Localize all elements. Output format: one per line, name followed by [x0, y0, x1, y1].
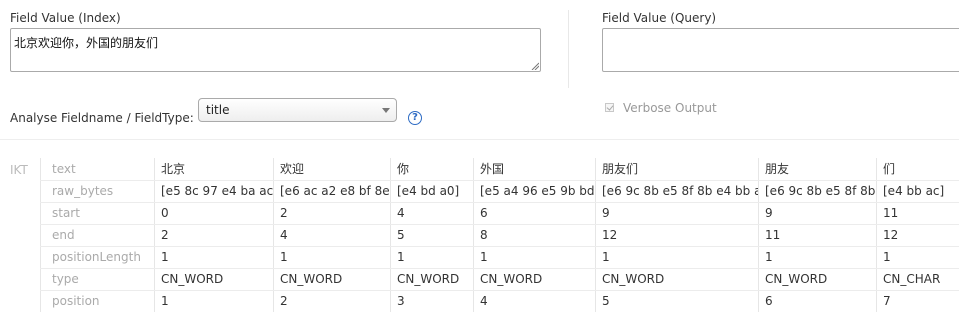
table-row-end: end 2 4 5 8 12 11 12 [40, 224, 959, 246]
token-cell: 1 [390, 246, 473, 268]
row-separator [40, 180, 959, 181]
token-cell: 11 [758, 224, 876, 246]
verbose-output-label: Verbose Output [623, 101, 717, 115]
query-field-label: Field Value (Query) [602, 11, 717, 25]
token-cell: 外国 [473, 158, 595, 180]
token-cell: 欢迎 [273, 158, 390, 180]
token-cell: 4 [273, 224, 390, 246]
token-cell: [e5 8c 97 e4 ba ac] [154, 180, 273, 202]
query-field-textarea[interactable] [602, 28, 959, 72]
token-cell: 1 [473, 246, 595, 268]
token-cell: CN_WORD [595, 268, 758, 290]
token-cell: 11 [876, 202, 959, 224]
row-header-position: position [40, 290, 154, 312]
row-separator [40, 246, 959, 247]
token-cell: [e4 bb ac] [876, 180, 959, 202]
token-cell: 2 [273, 202, 390, 224]
token-cell: 5 [595, 290, 758, 312]
index-field-value: 北京欢迎你，外国的朋友们 [14, 36, 159, 50]
row-separator [40, 290, 959, 291]
fieldtype-selected-value: title [206, 103, 230, 117]
token-cell: 8 [473, 224, 595, 246]
panel-divider [568, 10, 569, 88]
token-cell: 12 [876, 224, 959, 246]
token-cell: CN_WORD [273, 268, 390, 290]
token-cell: 2 [273, 290, 390, 312]
token-cell: 12 [595, 224, 758, 246]
analyse-fieldname-label: Analyse Fieldname / FieldType: [10, 111, 194, 125]
token-cell: CN_CHAR [876, 268, 959, 290]
token-cell: 们 [876, 158, 959, 180]
token-cell: 朋友们 [595, 158, 758, 180]
row-header-raw-bytes: raw_bytes [40, 180, 154, 202]
table-row-start: start 0 2 4 6 9 9 11 [40, 202, 959, 224]
token-cell: 朋友 [758, 158, 876, 180]
table-row-position-length: positionLength 1 1 1 1 1 1 1 [40, 246, 959, 268]
token-cell: 1 [876, 246, 959, 268]
row-header-start: start [40, 202, 154, 224]
token-cell: 你 [390, 158, 473, 180]
verbose-output-checkbox[interactable] [605, 103, 614, 112]
index-field-textarea[interactable]: 北京欢迎你，外国的朋友们 [10, 28, 541, 72]
token-cell: CN_WORD [473, 268, 595, 290]
row-separator [40, 224, 959, 225]
token-cell: [e6 9c 8b e5 8f 8b e4 bb ac] [595, 180, 758, 202]
token-cell: 6 [758, 290, 876, 312]
token-cell: 5 [390, 224, 473, 246]
fieldtype-select[interactable]: title [198, 98, 397, 122]
token-cell: 9 [595, 202, 758, 224]
token-cell: 4 [473, 290, 595, 312]
table-row-raw-bytes: raw_bytes [e5 8c 97 e4 ba ac] [e6 ac a2 … [40, 180, 959, 202]
token-cell: [e5 a4 96 e5 9b bd] [473, 180, 595, 202]
row-header-end: end [40, 224, 154, 246]
resize-grip-icon[interactable] [531, 62, 539, 70]
token-cell: [e6 9c 8b e5 8f 8b] [758, 180, 876, 202]
token-cell: 北京 [154, 158, 273, 180]
token-cell: 1 [758, 246, 876, 268]
token-cell: 7 [876, 290, 959, 312]
token-cell: 2 [154, 224, 273, 246]
token-cell: CN_WORD [390, 268, 473, 290]
chevron-down-icon [382, 108, 390, 113]
token-cell: CN_WORD [758, 268, 876, 290]
section-divider [0, 139, 959, 140]
token-cell: 6 [473, 202, 595, 224]
token-cell: CN_WORD [154, 268, 273, 290]
row-header-text: text [40, 158, 154, 180]
token-cell: 3 [390, 290, 473, 312]
index-field-label: Field Value (Index) [10, 11, 121, 25]
token-cell: 1 [154, 290, 273, 312]
row-header-position-length: positionLength [40, 246, 154, 268]
token-cell: 9 [758, 202, 876, 224]
table-row-position: position 1 2 3 4 5 6 7 [40, 290, 959, 312]
table-row-type: type CN_WORD CN_WORD CN_WORD CN_WORD CN_… [40, 268, 959, 290]
help-icon[interactable]: ? [408, 111, 422, 125]
row-separator [40, 268, 959, 269]
token-cell: 1 [154, 246, 273, 268]
token-cell: 0 [154, 202, 273, 224]
token-cell: 1 [595, 246, 758, 268]
analyzer-name: IKT [10, 163, 28, 177]
row-header-type: type [40, 268, 154, 290]
row-separator [40, 202, 959, 203]
table-row-text: text 北京 欢迎 你 外国 朋友们 朋友 们 [40, 158, 959, 180]
token-cell: [e6 ac a2 e8 bf 8e] [273, 180, 390, 202]
token-cell: 4 [390, 202, 473, 224]
token-cell: [e4 bd a0] [390, 180, 473, 202]
token-cell: 1 [273, 246, 390, 268]
